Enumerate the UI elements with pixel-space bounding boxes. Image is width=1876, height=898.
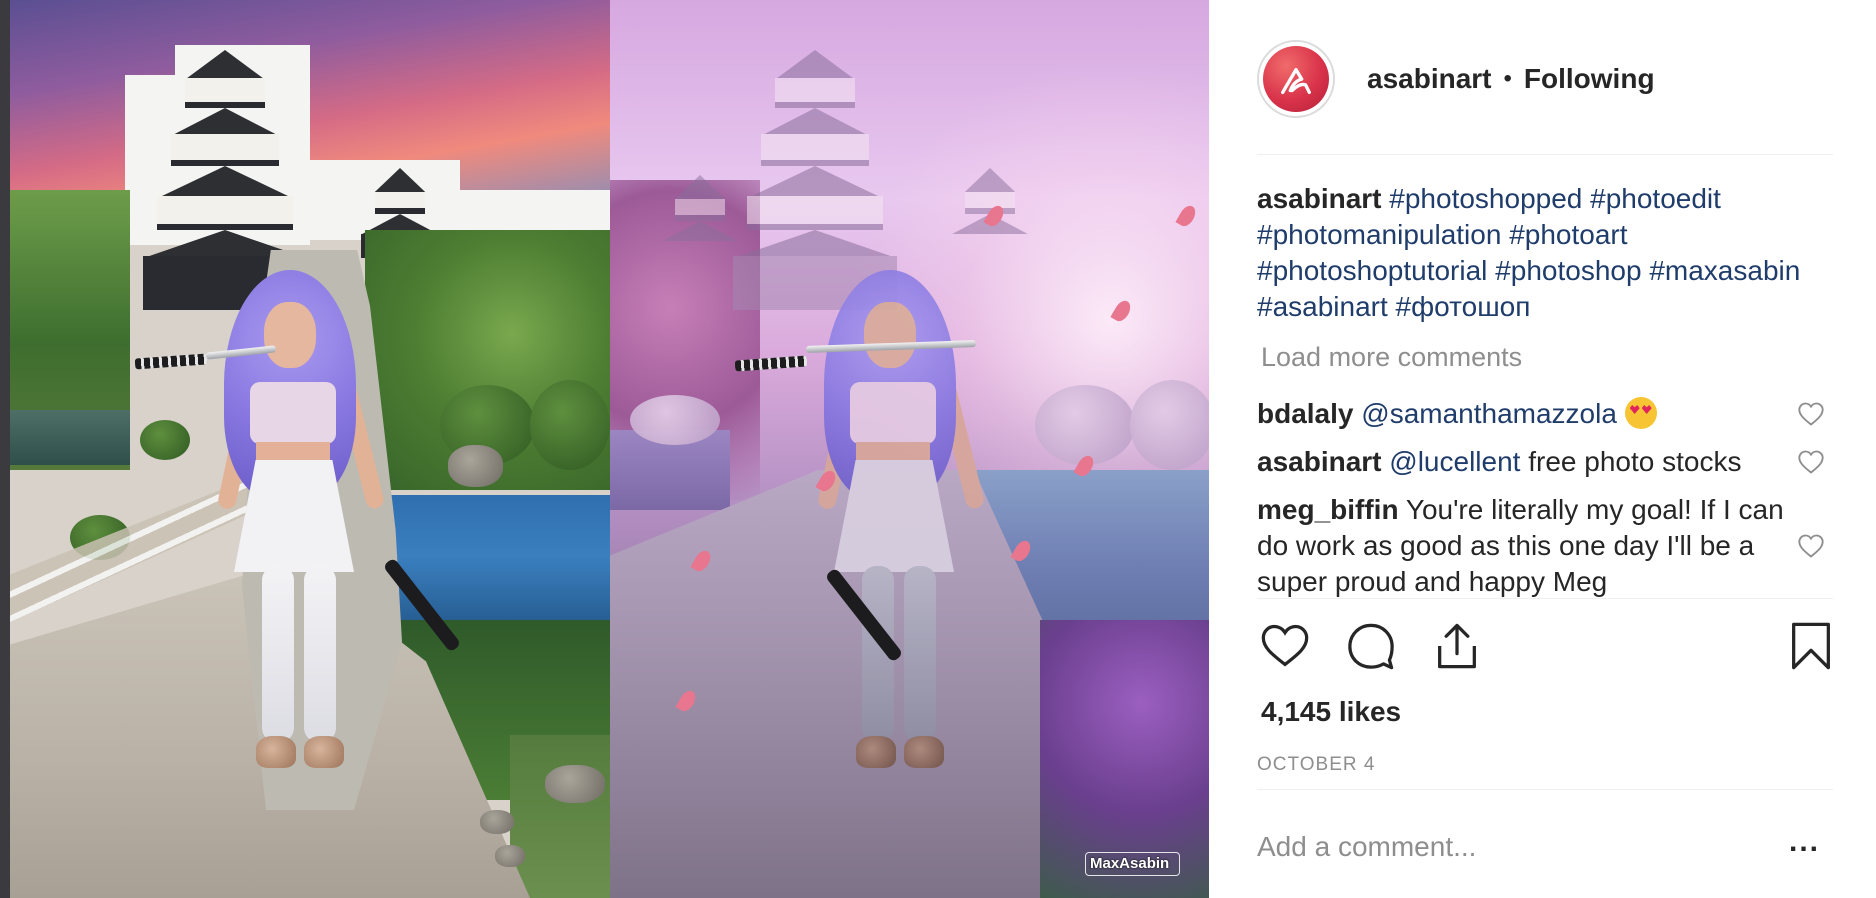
comments-divider xyxy=(1257,598,1833,599)
crop-top xyxy=(250,382,336,444)
share-icon[interactable] xyxy=(1431,620,1483,672)
tower-tier xyxy=(375,192,425,214)
header-divider xyxy=(1257,154,1833,155)
leg xyxy=(262,566,294,742)
castle-tier xyxy=(171,134,279,166)
heart-icon[interactable] xyxy=(1259,620,1311,672)
shrub xyxy=(140,420,190,460)
katana-handle xyxy=(134,353,208,370)
like-comment-heart-icon[interactable] xyxy=(1797,532,1825,560)
crop-top xyxy=(850,382,936,444)
avatar-image xyxy=(1263,46,1329,112)
rock xyxy=(480,810,514,834)
caption-username[interactable]: asabinart xyxy=(1257,183,1382,214)
comment-item: asabinart @lucellent free photo stocks xyxy=(1257,444,1797,480)
heart-eyes-emoji xyxy=(1624,397,1657,429)
shrub xyxy=(1035,385,1135,465)
shoe xyxy=(904,736,944,768)
castle-roof xyxy=(739,230,891,256)
rock xyxy=(448,445,503,487)
lawn xyxy=(510,735,610,898)
rock xyxy=(545,765,605,803)
footer-divider xyxy=(1257,789,1833,790)
after-edited-panel xyxy=(610,0,1209,898)
castle-tier xyxy=(775,78,855,108)
comment-username[interactable]: bdalaly xyxy=(1257,398,1353,429)
comment-text: free photo stocks xyxy=(1520,446,1742,477)
following-button[interactable]: Following xyxy=(1524,63,1655,95)
avatar[interactable] xyxy=(1257,40,1335,118)
castle-roof xyxy=(777,50,853,78)
comment-item: meg_biffin You're literally my goal! If … xyxy=(1257,492,1797,598)
action-bar xyxy=(1259,620,1839,680)
comment-mention[interactable]: @lucellent xyxy=(1389,446,1520,477)
small-tower xyxy=(655,175,745,265)
rock xyxy=(495,845,525,867)
hashtag-link[interactable]: #photoshopped xyxy=(1389,183,1582,214)
like-comment-heart-icon[interactable] xyxy=(1797,448,1825,476)
shoe xyxy=(256,736,296,768)
hashtag-link[interactable]: #фотошоп xyxy=(1396,291,1531,322)
like-comment-heart-icon[interactable] xyxy=(1797,400,1825,428)
separator-dot: • xyxy=(1503,65,1512,92)
comment-username[interactable]: asabinart xyxy=(1257,446,1382,477)
bookmark-icon[interactable] xyxy=(1785,620,1837,672)
castle-roof xyxy=(174,108,276,134)
post-image[interactable]: MaxAsabin xyxy=(0,0,1209,898)
post-sidebar: asabinart • Following asabinart #photosh… xyxy=(1209,0,1876,898)
leg xyxy=(304,566,336,742)
hashtag-link[interactable]: #photoshoptutorial xyxy=(1257,255,1487,286)
castle-tier xyxy=(157,196,293,230)
tower-roof xyxy=(674,175,726,199)
header-username[interactable]: asabinart xyxy=(1367,63,1492,95)
tower-roof xyxy=(662,221,738,241)
hashtag-link[interactable]: #maxasabin xyxy=(1649,255,1800,286)
comment-mention[interactable]: @samanthamazzola xyxy=(1361,398,1617,429)
shrub xyxy=(530,380,610,470)
post-header: asabinart • Following xyxy=(1257,36,1876,122)
face xyxy=(264,302,316,368)
post-date[interactable]: OCTOBER 4 xyxy=(1257,754,1375,776)
watermark-logo: MaxAsabin xyxy=(1085,852,1180,876)
shoe xyxy=(856,736,896,768)
hashtag-link[interactable]: #photoshop xyxy=(1495,255,1641,286)
tower-roof xyxy=(964,168,1016,192)
before-collage-panel xyxy=(10,0,610,898)
more-options-button[interactable]: ... xyxy=(1789,827,1835,862)
shoe xyxy=(304,736,344,768)
comment-username[interactable]: meg_biffin xyxy=(1257,494,1399,525)
hashtag-link[interactable]: #photoedit xyxy=(1590,183,1721,214)
watermark-text: MaxAsabin xyxy=(1090,855,1170,872)
comment-item: bdalaly @samanthamazzola xyxy=(1257,396,1797,432)
asabin-logo-icon xyxy=(1281,67,1311,95)
castle-roof xyxy=(187,50,263,78)
model-figure xyxy=(200,262,400,822)
castle-tier xyxy=(761,134,869,166)
shrub xyxy=(1130,380,1209,470)
castle-roof xyxy=(162,166,288,196)
hashtag-link[interactable]: #asabinart xyxy=(1257,291,1388,322)
post-caption: asabinart #photoshopped #photoedit #phot… xyxy=(1257,181,1842,325)
castle-roof xyxy=(764,108,866,134)
likes-count[interactable]: 4,145 likes xyxy=(1261,696,1401,728)
add-comment-input[interactable] xyxy=(1257,820,1777,874)
leg xyxy=(904,566,936,742)
image-edge xyxy=(0,0,10,898)
castle-tier xyxy=(185,78,265,108)
pond-left xyxy=(10,410,130,465)
hashtag-link[interactable]: #photoart xyxy=(1509,219,1627,250)
tower-roof xyxy=(374,168,426,192)
tower-tier xyxy=(675,199,725,221)
castle-tier xyxy=(747,196,883,230)
speech-bubble-icon[interactable] xyxy=(1345,620,1397,672)
hashtag-link[interactable]: #photomanipulation xyxy=(1257,219,1501,250)
castle-roof xyxy=(752,166,878,196)
face xyxy=(864,302,916,368)
load-more-comments-button[interactable]: Load more comments xyxy=(1261,342,1522,373)
shrub xyxy=(630,395,720,445)
